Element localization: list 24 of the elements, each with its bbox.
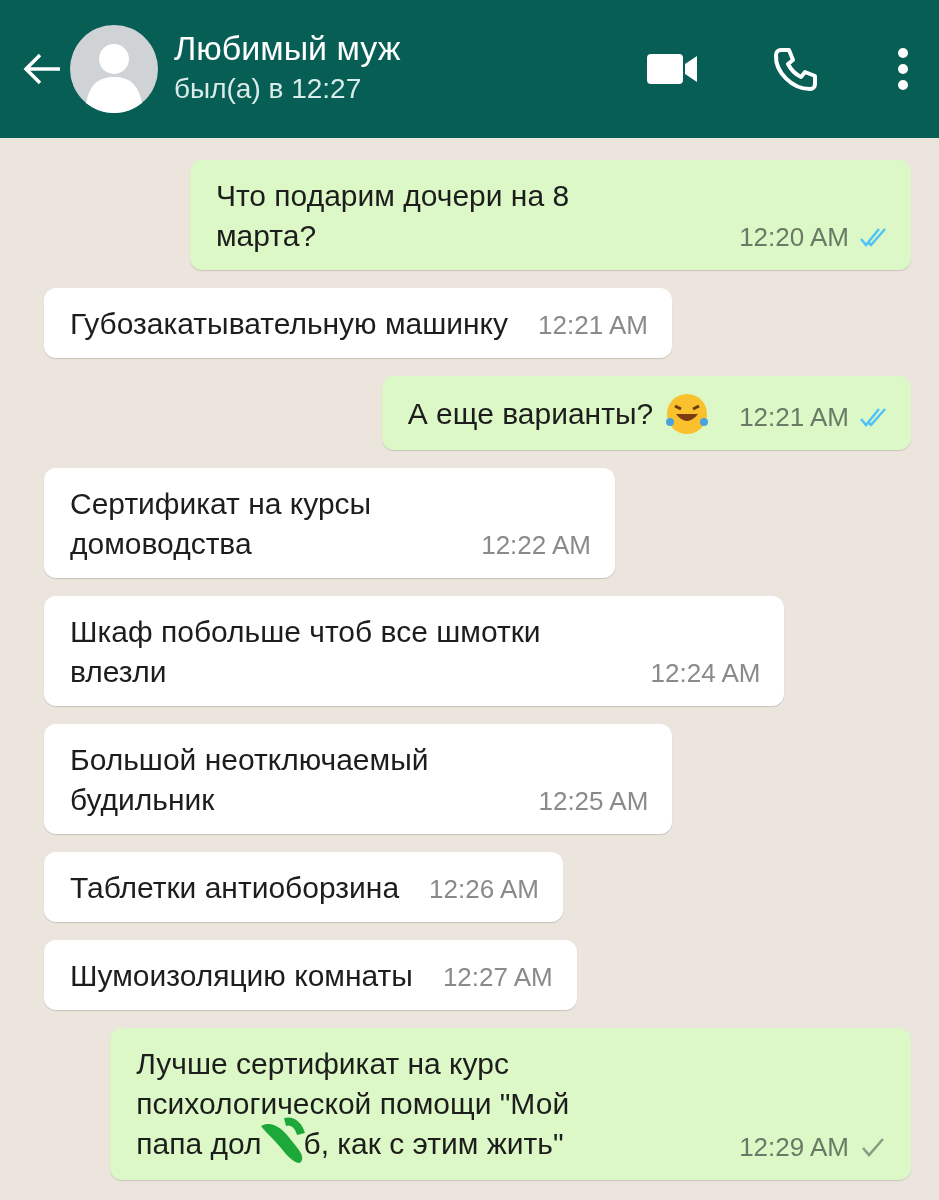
message-time: 12:22 AM [481, 532, 592, 558]
contact-name: Любимый муж [174, 27, 402, 69]
message-text: Сертификат на курсы домоводства [70, 486, 372, 562]
message-text: Таблетки антиоборзина [70, 870, 400, 906]
message-time: 12:29 AM [739, 1134, 849, 1161]
message-time: 12:24 AM [650, 660, 761, 686]
phone-icon[interactable] [773, 47, 817, 91]
message-text: А еще варианты? [407, 396, 654, 432]
message-time: 12:20 AM [739, 224, 849, 250]
avatar[interactable] [70, 25, 158, 113]
message-time: 12:21 AM [739, 404, 849, 430]
message-time: 12:21 AM [538, 312, 648, 338]
back-arrow-icon[interactable] [22, 52, 62, 86]
message-text: Большой неотключаемый будильник [70, 742, 429, 818]
message-text: Губозакатывательную машинку [70, 306, 509, 342]
last-seen-status: был(а) в 12:27 [174, 72, 363, 107]
message-text: Шкаф побольше чтоб все шмотки влезли [70, 614, 541, 690]
message-time: 12:26 AM [429, 876, 539, 902]
more-options-icon[interactable] [897, 47, 909, 91]
message-time: 12:25 AM [538, 788, 649, 814]
message-text: Что подарим дочери на 8 марта? [215, 178, 570, 254]
message-text: Шумоизоляцию комнаты [70, 958, 413, 994]
message-text: Лучше сертификат на курс психологической помощи "Мой папа дол б, как с этим жить" [136, 1044, 570, 1167]
message-time: 12:27 AM [442, 964, 553, 990]
